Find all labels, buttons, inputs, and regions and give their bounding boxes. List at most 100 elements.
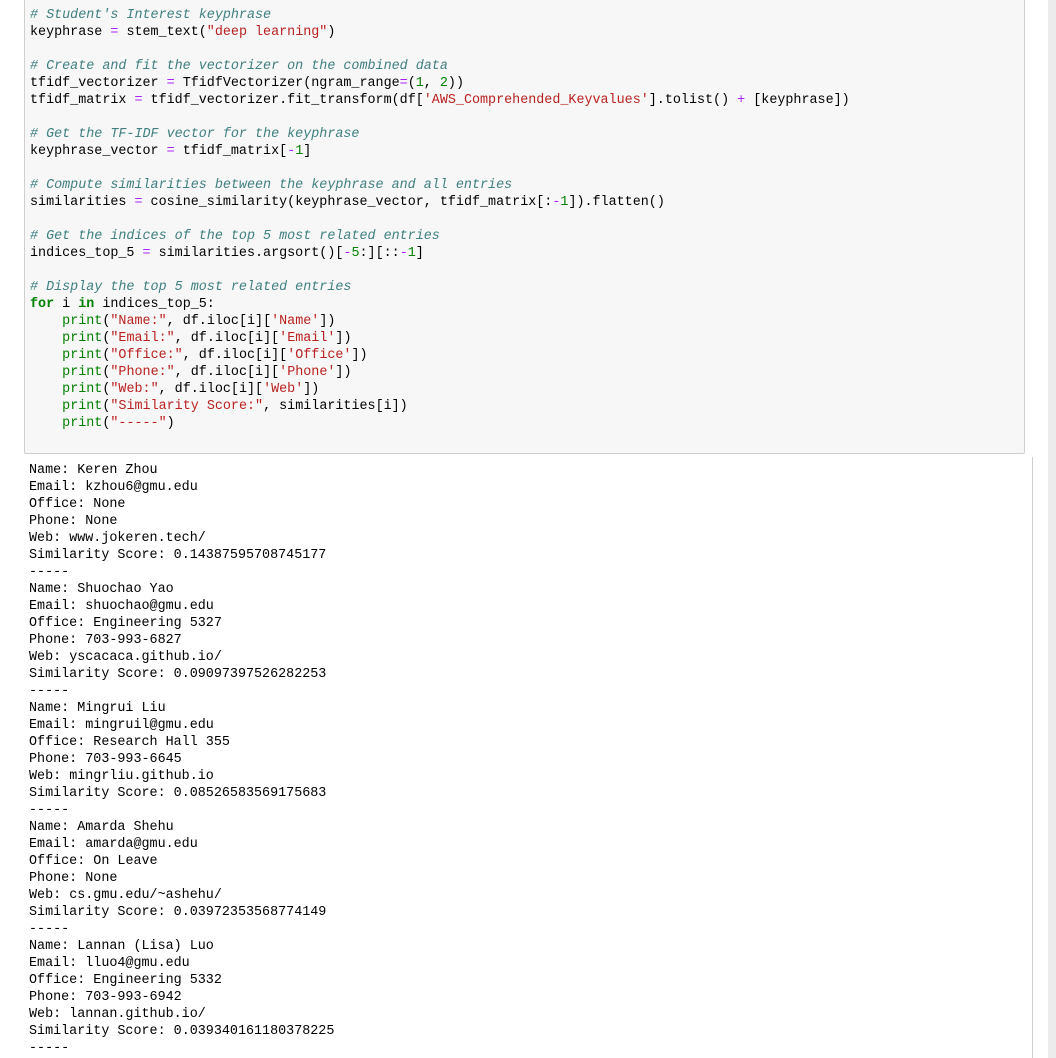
code-comment: # Get the indices of the top 5 most rela… — [30, 229, 440, 244]
code-token: , — [423, 76, 440, 91]
code-token: )) — [447, 76, 464, 91]
output-label: Phone: — [29, 514, 86, 529]
output-value: Mingrui Liu — [77, 701, 166, 716]
output-line-phone: Phone: 703-993-6827 — [29, 632, 334, 649]
output-value: mingruil@gmu.edu — [85, 718, 214, 733]
output-value: lluo4@gmu.edu — [85, 956, 190, 971]
output-separator: ----- — [29, 803, 70, 818]
output-value: 0.039340161180378225 — [173, 1024, 335, 1039]
code-token: cosine_similarity(keyphrase_vector, tfid… — [150, 195, 553, 210]
code-token: = — [134, 195, 151, 210]
code-token: similarities — [30, 195, 135, 210]
code-token: ]).flatten() — [568, 195, 665, 210]
output-line-name: Name: Mingrui Liu — [29, 700, 334, 717]
code-token: ]) — [351, 348, 368, 363]
code-token: , similarities[i]) — [263, 399, 408, 414]
output-label: Name: — [29, 463, 78, 478]
code-editor[interactable]: # Student's Interest keyphrase keyphrase … — [30, 7, 850, 432]
output-line-office: Office: Engineering 5332 — [29, 972, 334, 989]
output-value: None — [85, 871, 118, 886]
code-token: "-----" — [110, 416, 167, 431]
code-token: = — [134, 93, 151, 108]
output-value: Lannan (Lisa) Luo — [77, 939, 214, 954]
code-token: ]) — [335, 331, 352, 346]
code-line: print("Office:", df.iloc[i]['Office']) — [30, 347, 850, 364]
output-line-email: Email: shuochao@gmu.edu — [29, 598, 334, 615]
output-value: Keren Zhou — [77, 463, 158, 478]
code-comment: # Get the TF-IDF vector for the keyphras… — [30, 127, 360, 142]
code-token: ) — [166, 416, 175, 431]
code-token: [keyphrase]) — [753, 93, 850, 108]
output-value: 703-993-6645 — [85, 752, 182, 767]
output-label: Email: — [29, 718, 86, 733]
output-value: Engineering 5332 — [93, 973, 222, 988]
output-value: 703-993-6827 — [85, 633, 182, 648]
code-comment: # Student's Interest keyphrase — [30, 8, 272, 23]
output-line-office: Office: On Leave — [29, 853, 334, 870]
output-label: Web: — [29, 888, 70, 903]
code-token: i — [54, 297, 79, 312]
code-token: TfidfVectorizer(ngram_range — [182, 76, 400, 91]
scrollbar-track[interactable] — [1048, 0, 1056, 1058]
output-line-score: Similarity Score: 0.039340161180378225 — [29, 1023, 334, 1040]
code-token: 'Web' — [263, 382, 304, 397]
output-line-score: Similarity Score: 0.09097397526282253 — [29, 666, 334, 683]
output-value: 0.09097397526282253 — [173, 667, 327, 682]
output-label: Phone: — [29, 752, 86, 767]
code-token: ]) — [335, 365, 352, 380]
output-line-email: Email: mingruil@gmu.edu — [29, 717, 334, 734]
code-token: keyphrase_vector — [30, 144, 167, 159]
code-token: , df.iloc[i][ — [174, 331, 280, 346]
code-token: similarities.argsort()[ — [158, 246, 344, 261]
output-value: None — [85, 514, 118, 529]
output-line-name: Name: Shuochao Yao — [29, 581, 334, 598]
output-value: www.jokeren.tech/ — [69, 531, 206, 546]
code-line: # Display the top 5 most related entries — [30, 279, 850, 296]
code-token: tfidf_matrix — [30, 93, 135, 108]
code-token: print — [62, 365, 103, 380]
output-value: None — [93, 497, 126, 512]
output-label: Office: — [29, 973, 94, 988]
output-line-web: Web: lannan.github.io/ — [29, 1006, 334, 1023]
output-label: Email: — [29, 956, 86, 971]
code-token: "Web:" — [110, 382, 159, 397]
code-token: for — [30, 297, 55, 312]
output-value: yscacaca.github.io/ — [69, 650, 222, 665]
output-line-web: Web: www.jokeren.tech/ — [29, 530, 334, 547]
output-line-score: Similarity Score: 0.14387595708745177 — [29, 547, 334, 564]
output-value: amarda@gmu.edu — [85, 837, 198, 852]
output-separator: ----- — [29, 565, 70, 580]
code-line: print("Similarity Score:", similarities[… — [30, 398, 850, 415]
code-line: keyphrase_vector = tfidf_matrix[-1] — [30, 143, 850, 160]
output-label: Web: — [29, 531, 70, 546]
code-line: tfidf_matrix = tfidf_vectorizer.fit_tran… — [30, 92, 850, 109]
output-label: Office: — [29, 497, 94, 512]
code-line: for i in indices_top_5: — [30, 296, 850, 313]
code-line: # Compute similarities between the keyph… — [30, 177, 850, 194]
code-token: :][:: — [359, 246, 400, 261]
output-label: Similarity Score: — [29, 786, 174, 801]
code-line: # Get the indices of the top 5 most rela… — [30, 228, 850, 245]
code-line: print("-----") — [30, 415, 850, 432]
output-value: 703-993-6942 — [85, 990, 182, 1005]
code-line: print("Phone:", df.iloc[i]['Phone']) — [30, 364, 850, 381]
code-cell[interactable]: # Student's Interest keyphrase keyphrase … — [24, 0, 1025, 454]
output-area: Name: Keren Zhou Email: kzhou6@gmu.edu Off… — [24, 457, 1033, 1058]
output-value: cs.gmu.edu/~ashehu/ — [69, 888, 222, 903]
output-label: Phone: — [29, 990, 86, 1005]
output-value: On Leave — [93, 854, 158, 869]
code-token: = — [166, 144, 183, 159]
code-token: 1 — [407, 246, 416, 261]
output-value: lannan.github.io/ — [69, 1007, 206, 1022]
output-label: Office: — [29, 854, 94, 869]
code-comment: # Create and fit the vectorizer on the c… — [30, 59, 448, 74]
output-value: Engineering 5327 — [93, 616, 222, 631]
